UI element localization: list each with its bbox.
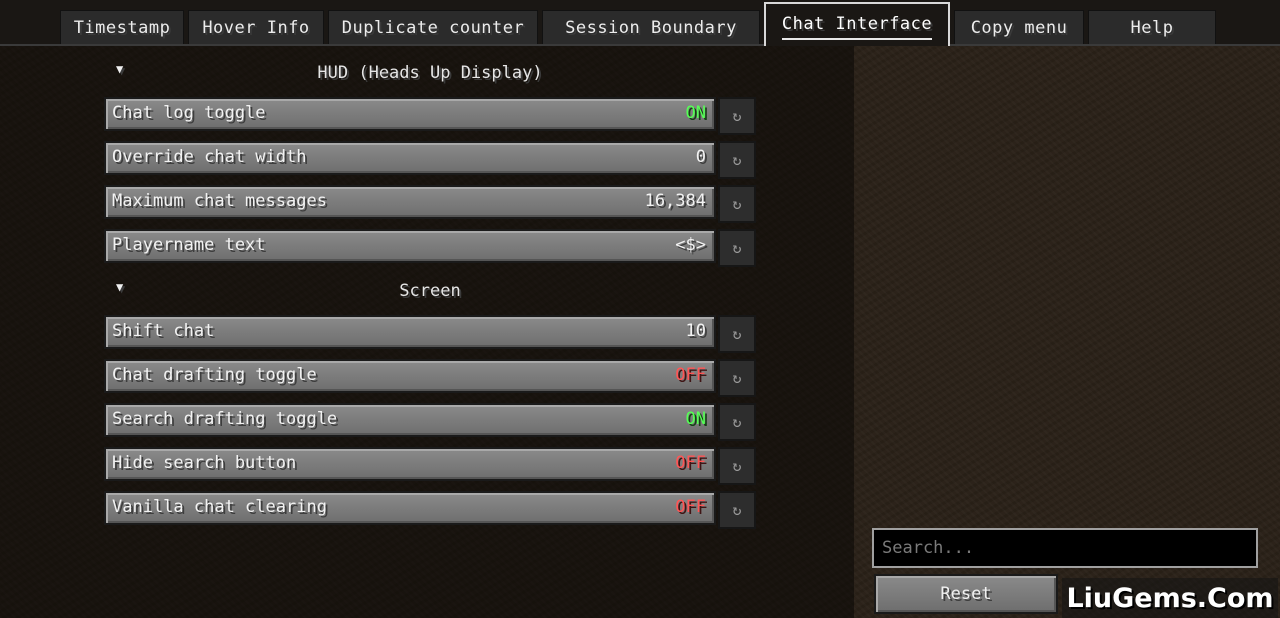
- option-label: Hide search button: [112, 453, 297, 473]
- option-value: ON: [685, 409, 706, 429]
- reset-icon[interactable]: ↻: [718, 229, 756, 267]
- option-chat-drafting-toggle[interactable]: Chat drafting toggle OFF: [104, 359, 716, 393]
- tab-timestamp[interactable]: Timestamp: [60, 10, 184, 44]
- option-label: Chat log toggle: [112, 103, 266, 123]
- option-label: Override chat width: [112, 147, 307, 167]
- triangle-down-icon[interactable]: ▼: [116, 62, 123, 76]
- option-shift-chat[interactable]: Shift chat 10: [104, 315, 716, 349]
- option-value: 10: [685, 321, 706, 341]
- tab-chat-interface-label: Chat Interface: [781, 14, 933, 34]
- tab-bar: Timestamp Hover Info Duplicate counter S…: [0, 0, 1280, 46]
- section-header-screen[interactable]: ▼ Screen: [104, 276, 756, 306]
- reset-icon[interactable]: ↻: [718, 491, 756, 529]
- tab-session-boundary[interactable]: Session Boundary: [542, 10, 760, 44]
- reset-icon[interactable]: ↻: [718, 185, 756, 223]
- watermark-logo: LiuGems.Com: [1062, 578, 1278, 618]
- option-playername-text[interactable]: Playername text <$>: [104, 229, 716, 263]
- option-value: OFF: [675, 497, 706, 517]
- option-chat-log-toggle[interactable]: Chat log toggle ON: [104, 97, 716, 131]
- option-label: Playername text: [112, 235, 266, 255]
- reset-icon[interactable]: ↻: [718, 359, 756, 397]
- reset-icon[interactable]: ↻: [718, 447, 756, 485]
- section-header-hud[interactable]: ▼ HUD (Heads Up Display): [104, 58, 756, 88]
- triangle-down-icon[interactable]: ▼: [116, 280, 123, 294]
- tab-hover-info[interactable]: Hover Info: [188, 10, 324, 44]
- reset-icon[interactable]: ↻: [718, 403, 756, 441]
- option-label: Search drafting toggle: [112, 409, 338, 429]
- section-title: HUD (Heads Up Display): [317, 63, 543, 83]
- reset-icon[interactable]: ↻: [718, 315, 756, 353]
- option-value: 0: [695, 147, 706, 167]
- option-label: Maximum chat messages: [112, 191, 327, 211]
- tab-duplicate-counter[interactable]: Duplicate counter: [328, 10, 538, 44]
- search-input[interactable]: [872, 528, 1258, 568]
- reset-icon[interactable]: ↻: [718, 141, 756, 179]
- option-search-drafting-toggle[interactable]: Search drafting toggle ON: [104, 403, 716, 437]
- reset-icon[interactable]: ↻: [718, 97, 756, 135]
- option-value: 16,384: [644, 191, 706, 211]
- option-vanilla-chat-clearing[interactable]: Vanilla chat clearing OFF: [104, 491, 716, 525]
- option-value: <$>: [675, 235, 706, 255]
- option-value: OFF: [675, 453, 706, 473]
- option-label: Chat drafting toggle: [112, 365, 317, 385]
- settings-screen: Timestamp Hover Info Duplicate counter S…: [0, 0, 1280, 618]
- tab-help[interactable]: Help: [1088, 10, 1216, 44]
- option-maximum-chat-messages[interactable]: Maximum chat messages 16,384: [104, 185, 716, 219]
- option-label: Vanilla chat clearing: [112, 497, 327, 517]
- section-title: Screen: [399, 281, 461, 301]
- option-value: ON: [685, 103, 706, 123]
- reset-button[interactable]: Reset: [874, 574, 1058, 614]
- tab-chat-interface[interactable]: Chat Interface: [764, 2, 950, 46]
- option-override-chat-width[interactable]: Override chat width 0: [104, 141, 716, 175]
- option-value: OFF: [675, 365, 706, 385]
- active-tab-underline: [782, 38, 932, 40]
- option-label: Shift chat: [112, 321, 215, 341]
- tab-copy-menu[interactable]: Copy menu: [954, 10, 1084, 44]
- option-hide-search-button[interactable]: Hide search button OFF: [104, 447, 716, 481]
